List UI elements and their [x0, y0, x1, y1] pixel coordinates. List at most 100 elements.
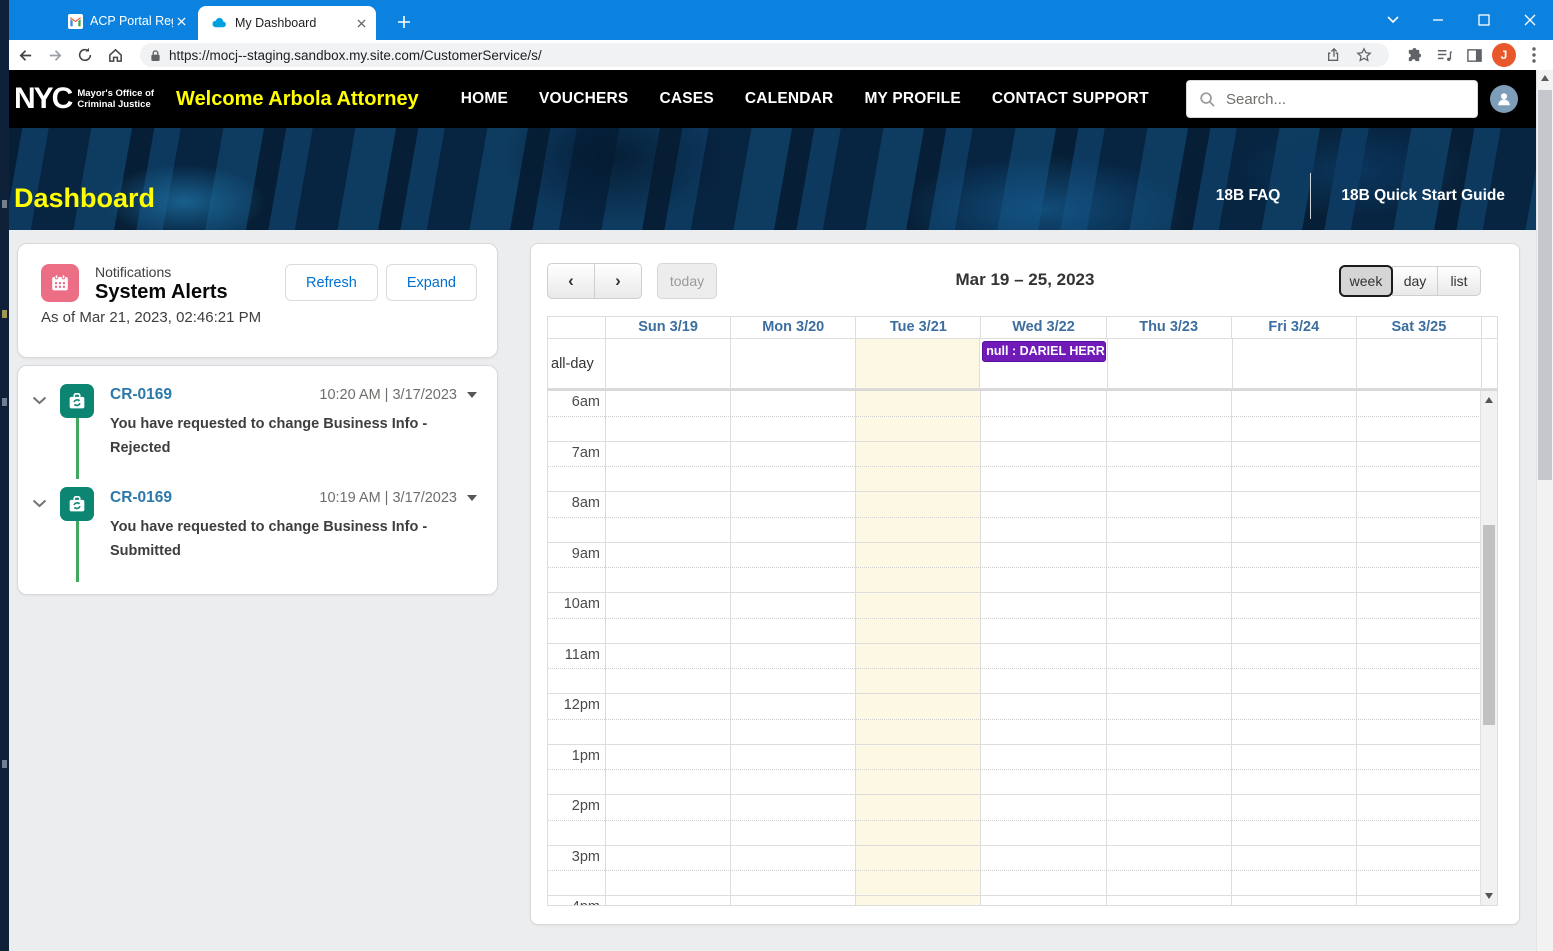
tab-my-dashboard[interactable]: My Dashboard — [198, 6, 376, 40]
calendar-grid-cell — [1106, 442, 1231, 492]
hero-banner: Dashboard 18B FAQ 18B Quick Start Guide — [0, 128, 1536, 230]
time-label: 9am — [548, 543, 605, 593]
maximize-window-button[interactable] — [1461, 0, 1507, 40]
browser-menu-kebab-icon[interactable] — [1519, 42, 1549, 68]
search-input[interactable] — [1226, 91, 1465, 108]
scroll-up-icon[interactable] — [1485, 397, 1493, 403]
case-link[interactable]: CR-0169 — [110, 386, 172, 404]
close-window-button[interactable] — [1507, 0, 1553, 40]
calendar-view-list-button[interactable]: list — [1437, 266, 1481, 296]
nav-item-contact-support[interactable]: CONTACT SUPPORT — [992, 90, 1149, 108]
calendar-grid-cell — [605, 391, 730, 441]
calendar-grid-cell — [1106, 593, 1231, 643]
calendar-grid-cell — [1231, 593, 1356, 643]
calendar-grid-cell — [980, 593, 1105, 643]
calendar-grid-cell — [605, 644, 730, 694]
nav-item-my-profile[interactable]: MY PROFILE — [864, 90, 960, 108]
refresh-button[interactable]: Refresh — [285, 264, 378, 301]
calendar-view-week-button[interactable]: week — [1339, 265, 1393, 297]
calendar-grid-cell — [605, 745, 730, 795]
browser-profile-avatar[interactable]: J — [1489, 42, 1519, 68]
time-label: 6am — [548, 391, 605, 441]
calendar-hour-row: 8am — [548, 492, 1481, 543]
nav-item-home[interactable]: HOME — [461, 90, 508, 108]
calendar-grid-cell — [730, 543, 855, 593]
user-avatar-icon[interactable] — [1490, 85, 1518, 113]
calendar-grid-cell — [605, 694, 730, 744]
tab-acp-portal[interactable]: ACP Portal Registration — [68, 7, 196, 35]
back-icon[interactable] — [10, 42, 40, 68]
tab-title: My Dashboard — [235, 16, 353, 30]
calendar-grid-cell — [1231, 492, 1356, 542]
case-icon — [60, 487, 94, 521]
calendar-scrollbar[interactable] — [1480, 391, 1497, 905]
calendar-grid-cell — [1356, 846, 1481, 896]
calendar-grid-cell — [730, 795, 855, 845]
calendar-grid-cell — [1106, 745, 1231, 795]
row-actions-caret-icon[interactable] — [467, 495, 477, 501]
calendar-day-header: Sun 3/19 — [605, 317, 730, 338]
calendar-allday-cell — [1107, 339, 1232, 388]
nav-item-vouchers[interactable]: VOUCHERS — [539, 90, 628, 108]
notifications-eyebrow: Notifications — [95, 264, 228, 280]
address-bar[interactable]: https://mocj--staging.sandbox.my.site.co… — [140, 43, 1389, 67]
calendar-grid-cell — [730, 492, 855, 542]
link-18b-quick-start-guide[interactable]: 18B Quick Start Guide — [1341, 187, 1505, 205]
calendar-allday-cell — [730, 339, 855, 388]
scroll-up-icon[interactable] — [1541, 75, 1549, 81]
nyc-mocj-logo[interactable]: NYC Mayor's Office of Criminal Justice — [14, 82, 154, 116]
forward-icon[interactable] — [40, 42, 70, 68]
time-label: 2pm — [548, 795, 605, 845]
calendar-grid-cell — [605, 442, 730, 492]
close-tab-icon[interactable] — [353, 15, 370, 32]
calendar-grid-cell — [1106, 492, 1231, 542]
calendar-event[interactable]: null : DARIEL HERR — [982, 341, 1106, 362]
minimize-window-button[interactable] — [1415, 0, 1461, 40]
calendar-allday-cell — [605, 339, 730, 388]
scrollbar-thumb[interactable] — [1538, 90, 1552, 480]
calendar-grid-cell — [855, 593, 980, 643]
calendar-grid-cell — [605, 492, 730, 542]
share-icon[interactable] — [1319, 42, 1349, 68]
expand-button[interactable]: Expand — [386, 264, 477, 301]
nav-item-calendar[interactable]: CALENDAR — [745, 90, 834, 108]
calendar-allday-cell — [855, 339, 980, 388]
main-nav: HOME VOUCHERS CASES CALENDAR MY PROFILE CONTA… — [461, 90, 1180, 108]
scroll-down-icon[interactable] — [1485, 893, 1493, 899]
calendar-grid-cell — [1106, 543, 1231, 593]
bookmark-star-icon[interactable] — [1349, 42, 1379, 68]
calendar-grid-cell — [855, 391, 980, 441]
case-link[interactable]: CR-0169 — [110, 489, 172, 507]
page-scrollbar[interactable] — [1536, 70, 1553, 951]
side-panel-icon[interactable] — [1459, 42, 1489, 68]
calendar-grid-cell — [855, 644, 980, 694]
url-text[interactable]: https://mocj--staging.sandbox.my.site.co… — [169, 48, 1319, 63]
chevron-down-icon[interactable] — [32, 392, 56, 479]
link-18b-faq[interactable]: 18B FAQ — [1216, 187, 1281, 205]
site-search-box[interactable] — [1186, 80, 1478, 118]
nav-item-cases[interactable]: CASES — [659, 90, 713, 108]
extensions-puzzle-icon[interactable] — [1399, 42, 1429, 68]
calendar-grid-cell — [855, 442, 980, 492]
close-tab-icon[interactable] — [173, 13, 190, 30]
calendar-hour-row: 1pm — [548, 745, 1481, 796]
home-icon[interactable] — [100, 42, 130, 68]
new-tab-button[interactable] — [392, 10, 416, 34]
row-actions-caret-icon[interactable] — [467, 392, 477, 398]
time-label: 12pm — [548, 694, 605, 744]
calendar-grid-cell — [1231, 644, 1356, 694]
calendar-grid-cell — [730, 896, 855, 906]
tab-search-icon[interactable] — [1373, 0, 1413, 40]
time-label: 10am — [548, 593, 605, 643]
reload-icon[interactable] — [70, 42, 100, 68]
time-label: 1pm — [548, 745, 605, 795]
reading-list-icon[interactable] — [1429, 42, 1459, 68]
calendar-grid-cell — [855, 846, 980, 896]
calendar-grid-cell — [1106, 391, 1231, 441]
notification-timestamp: 10:20 AM | 3/17/2023 — [319, 387, 457, 403]
calendar-grid-cell — [980, 745, 1105, 795]
allday-label: all-day — [548, 339, 605, 388]
scrollbar-thumb[interactable] — [1483, 525, 1495, 725]
calendar-view-day-button[interactable]: day — [1392, 266, 1438, 296]
chevron-down-icon[interactable] — [32, 495, 56, 582]
